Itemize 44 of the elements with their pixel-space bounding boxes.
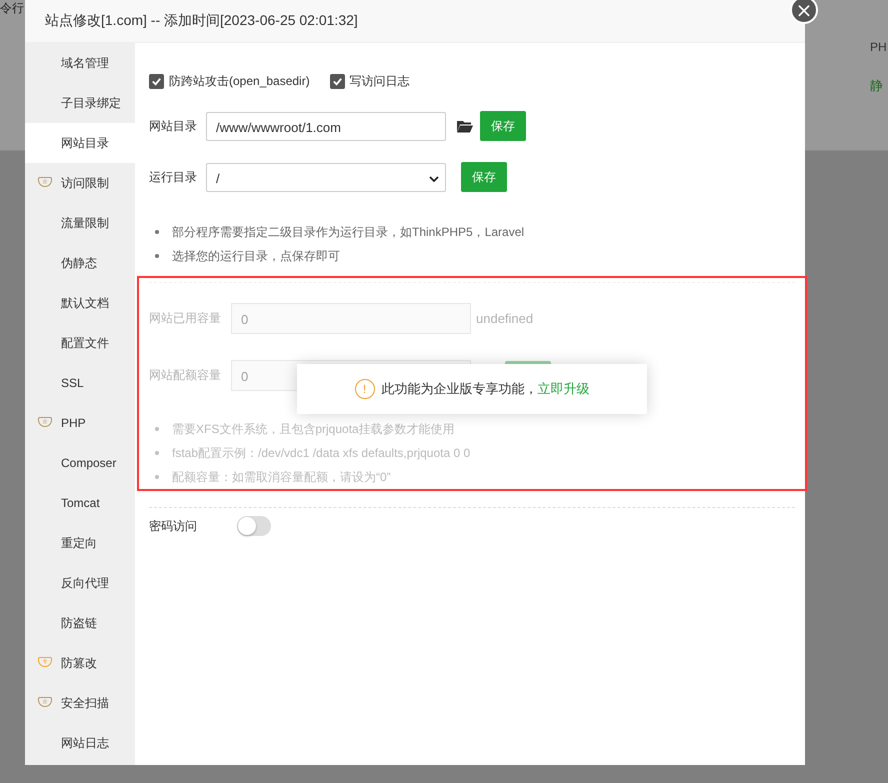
check-icon <box>332 76 343 87</box>
check-icon <box>151 76 162 87</box>
unit-text: undefined <box>476 311 534 326</box>
checkbox[interactable] <box>149 74 164 89</box>
field-label: 网站配额容量 <box>149 367 222 384</box>
directory-dropdown[interactable]: / <box>206 162 446 192</box>
sidebar-item[interactable]: SSL <box>25 363 135 403</box>
field-label: 密码访问 <box>149 518 198 534</box>
bullet-dot <box>155 451 159 455</box>
path-field[interactable]: /www/wwwroot/1.com <box>206 112 446 140</box>
field-label: 网站已用容量 <box>149 310 222 327</box>
checkbox-label: 防跨站攻击(open_basedir) <box>169 73 310 90</box>
column-header: PH <box>870 40 887 54</box>
sidebar-item[interactable]: 流量限制 <box>25 203 135 243</box>
toggle-switch[interactable] <box>237 516 271 536</box>
sidebar-item[interactable]: 默认文档 <box>25 283 135 323</box>
bullet-dot <box>155 254 159 258</box>
tip-text: 部分程序需要指定二级目录作为运行目录，如ThinkPHP5，Laravel <box>172 224 524 241</box>
tip-text: fstab配置示例：/dev/vdc1 /data xfs defaults,prjquota 0 0 <box>172 445 470 462</box>
sidebar-item[interactable]: 子目录绑定 <box>25 83 135 123</box>
sidebar-item[interactable]: 配置文件 <box>25 323 135 363</box>
sidebar-item[interactable]: 伪静态 <box>25 243 135 283</box>
sidebar-item[interactable]: 网站日志 <box>25 723 135 763</box>
table-cell: 静 <box>870 77 883 95</box>
field-label: 网站目录 <box>149 118 198 134</box>
sidebar-item[interactable]: 反向代理 <box>25 563 135 603</box>
sidebar-item[interactable]: 重定向 <box>25 523 135 563</box>
bullet-dot <box>155 230 159 234</box>
page-text: 令行 <box>0 0 24 17</box>
tip-text: 选择您的运行目录，点保存即可 <box>172 248 340 265</box>
checkbox[interactable] <box>330 74 345 89</box>
tip-text: 需要XFS文件系统，且包含prjquota挂载参数才能使用 <box>172 421 455 438</box>
chevron-icon <box>429 176 439 182</box>
folder-icon[interactable] <box>457 120 473 132</box>
sidebar-item[interactable]: 网站目录 <box>25 123 135 163</box>
bullet-dot <box>155 427 159 431</box>
tip-text: 配额容量：如需取消容量配额，请设为“0” <box>172 469 391 486</box>
sidebar-item[interactable]: Composer <box>25 443 135 483</box>
sidebar-item[interactable]: 防盗链 <box>25 603 135 643</box>
sidebar-item[interactable]: 域名管理 <box>25 43 135 83</box>
field-label: 运行目录 <box>149 168 198 186</box>
sidebar-item[interactable]: Tomcat <box>25 483 135 523</box>
checkbox-label: 写访问日志 <box>350 73 410 90</box>
bullet-dot <box>155 475 159 479</box>
